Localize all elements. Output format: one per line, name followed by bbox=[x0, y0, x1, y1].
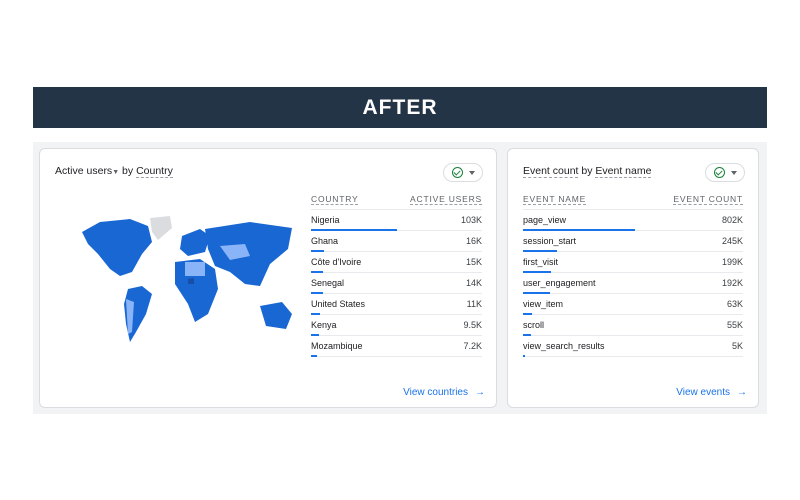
table-row[interactable]: United States 11K bbox=[311, 294, 482, 315]
row-label: view_search_results bbox=[523, 341, 605, 351]
row-label: United States bbox=[311, 299, 366, 309]
row-bar bbox=[311, 355, 317, 357]
check-circle-icon bbox=[713, 167, 725, 178]
row-label: Mozambique bbox=[311, 341, 363, 351]
table-row[interactable]: view_item 63K bbox=[523, 294, 743, 315]
row-label: Nigeria bbox=[311, 215, 340, 225]
world-map bbox=[82, 216, 292, 342]
map-greenland bbox=[150, 216, 172, 240]
column-header-event-count[interactable]: EVENT COUNT bbox=[673, 194, 743, 205]
dimension-label[interactable]: Event name bbox=[595, 165, 652, 178]
map-australia bbox=[260, 302, 292, 329]
caret-down-icon bbox=[730, 170, 737, 175]
events-table: EVENT NAME EVENT COUNT page_view 802K sess… bbox=[523, 194, 743, 357]
row-value: 14K bbox=[465, 278, 482, 288]
row-label: page_view bbox=[523, 215, 567, 225]
table-header: COUNTRY ACTIVE USERS bbox=[311, 194, 482, 210]
row-label: user_engagement bbox=[523, 278, 596, 288]
row-value: 5K bbox=[731, 341, 743, 351]
table-row[interactable]: Kenya 9.5K bbox=[311, 315, 482, 336]
countries-table: COUNTRY ACTIVE USERS Nigeria 103K Ghana 16K… bbox=[311, 194, 482, 357]
map-europe bbox=[180, 229, 210, 256]
map-north-africa bbox=[185, 262, 205, 276]
compare-dropdown[interactable] bbox=[443, 163, 483, 182]
title-prefix: by bbox=[581, 165, 593, 177]
dimension-label[interactable]: Country bbox=[136, 165, 173, 178]
check-circle-icon bbox=[451, 167, 463, 178]
row-value: 16K bbox=[465, 236, 482, 246]
column-header-active-users[interactable]: ACTIVE USERS bbox=[410, 194, 482, 205]
card-title: Active users▼ by Country bbox=[55, 165, 173, 178]
table-row[interactable]: Senegal 14K bbox=[311, 273, 482, 294]
row-value: 199K bbox=[721, 257, 743, 267]
row-label: first_visit bbox=[523, 257, 559, 267]
row-value: 103K bbox=[460, 215, 482, 225]
row-label: view_item bbox=[523, 299, 564, 309]
row-value: 192K bbox=[721, 278, 743, 288]
column-header-event-name[interactable]: EVENT NAME bbox=[523, 194, 587, 205]
caret-down-icon bbox=[468, 170, 475, 175]
map-nigeria bbox=[188, 278, 194, 284]
view-countries-link[interactable]: View countries → bbox=[403, 387, 485, 398]
table-row[interactable]: user_engagement 192K bbox=[523, 273, 743, 294]
row-value: 11K bbox=[466, 299, 482, 309]
row-value: 245K bbox=[721, 236, 743, 246]
table-row[interactable]: first_visit 199K bbox=[523, 252, 743, 273]
table-row[interactable]: scroll 55K bbox=[523, 315, 743, 336]
table-row[interactable]: page_view 802K bbox=[523, 210, 743, 231]
banner: AFTER bbox=[33, 87, 767, 128]
metric-selector[interactable]: Active users▼ bbox=[55, 165, 119, 177]
row-label: Côte d'Ivoire bbox=[311, 257, 362, 267]
compare-dropdown[interactable] bbox=[705, 163, 745, 182]
table-row[interactable]: view_search_results 5K bbox=[523, 336, 743, 357]
row-bar bbox=[523, 355, 526, 357]
map-north-america bbox=[82, 219, 152, 276]
table-row[interactable]: Ghana 16K bbox=[311, 231, 482, 252]
row-value: 7.2K bbox=[463, 341, 482, 351]
view-events-link[interactable]: View events → bbox=[676, 387, 747, 398]
row-value: 55K bbox=[726, 320, 743, 330]
events-card: Event count by Event name EVENT NAME EVE… bbox=[507, 148, 759, 408]
row-label: session_start bbox=[523, 236, 577, 246]
arrow-right-icon: → bbox=[475, 387, 485, 398]
table-row[interactable]: Nigeria 103K bbox=[311, 210, 482, 231]
row-label: Senegal bbox=[311, 278, 345, 288]
table-row[interactable]: Côte d'Ivoire 15K bbox=[311, 252, 482, 273]
row-value: 15K bbox=[465, 257, 482, 267]
row-label: Kenya bbox=[311, 320, 337, 330]
banner-title: AFTER bbox=[362, 95, 438, 119]
table-row[interactable]: session_start 245K bbox=[523, 231, 743, 252]
table-header: EVENT NAME EVENT COUNT bbox=[523, 194, 743, 210]
row-value: 9.5K bbox=[463, 320, 482, 330]
row-label: scroll bbox=[523, 320, 545, 330]
row-value: 63K bbox=[726, 299, 743, 309]
column-header-country[interactable]: COUNTRY bbox=[311, 194, 359, 205]
metric-label[interactable]: Event count bbox=[523, 165, 579, 178]
card-title: Event count by Event name bbox=[523, 165, 652, 178]
title-prefix: by bbox=[122, 165, 134, 177]
arrow-right-icon: → bbox=[737, 387, 747, 398]
table-row[interactable]: Mozambique 7.2K bbox=[311, 336, 482, 357]
row-value: 802K bbox=[721, 215, 743, 225]
countries-card: Active users▼ by Country COUNTRY ACTIVE … bbox=[39, 148, 497, 408]
row-label: Ghana bbox=[311, 236, 339, 246]
